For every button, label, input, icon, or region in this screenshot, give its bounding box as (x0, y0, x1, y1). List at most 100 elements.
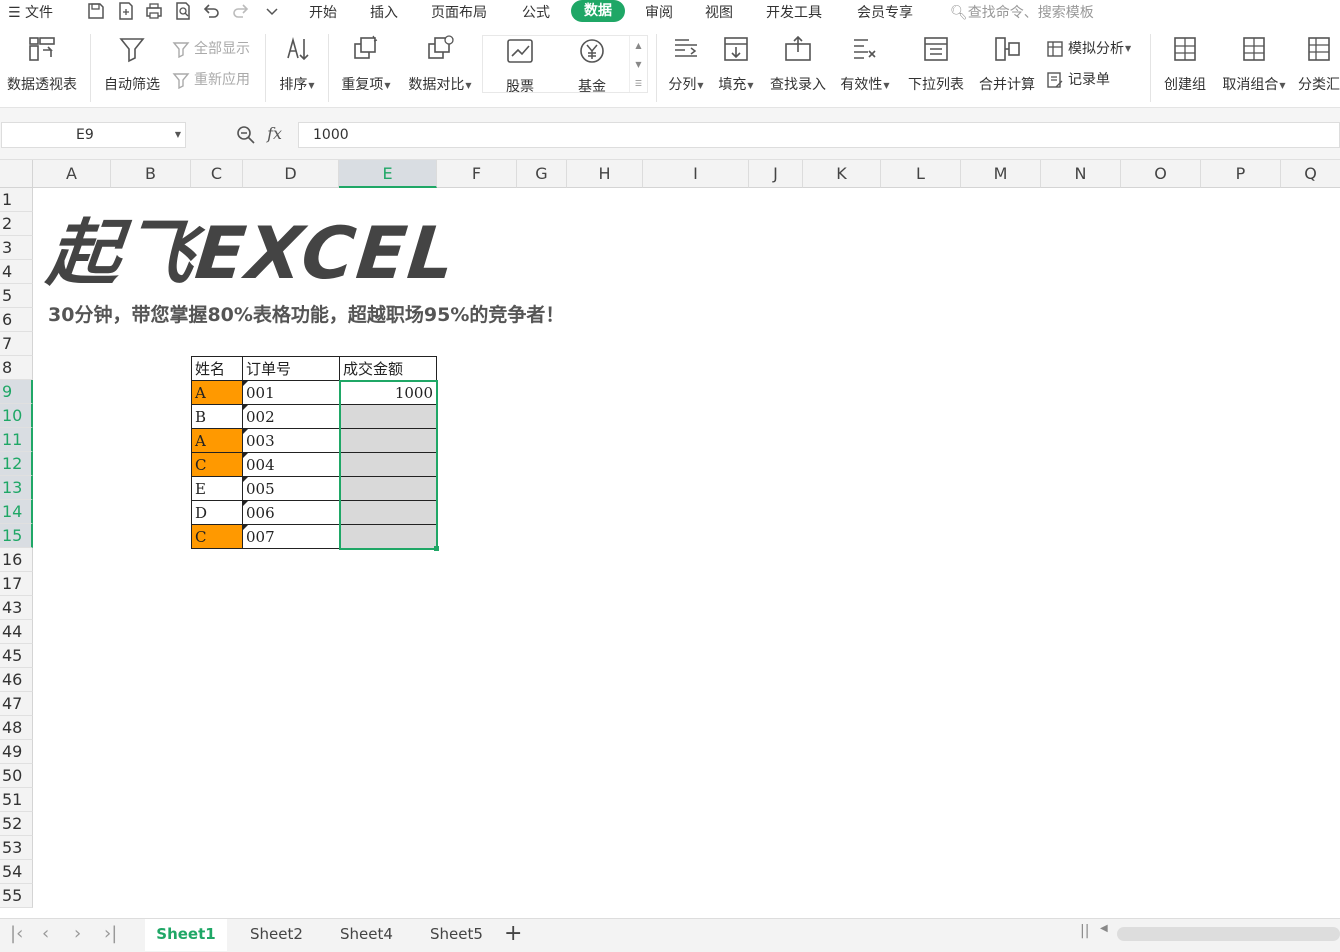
tab-view[interactable]: 视图 (705, 2, 733, 22)
row-header-3[interactable]: 3 (0, 236, 33, 260)
cell-name[interactable]: A (191, 380, 243, 405)
lookup-entry-button[interactable]: 查找录入 (766, 34, 830, 94)
tab-member[interactable]: 会员专享 (857, 2, 913, 22)
column-header-i[interactable]: I (643, 160, 749, 188)
scroll-splitter-icon[interactable]: || (1080, 923, 1089, 939)
header-amount[interactable]: 成交金额 (339, 356, 437, 381)
row-header-15[interactable]: 15 (0, 524, 33, 548)
header-order[interactable]: 订单号 (242, 356, 340, 381)
cell-order[interactable]: 002 (242, 404, 340, 429)
column-header-a[interactable]: A (33, 160, 111, 188)
insert-function-icon[interactable]: fx (267, 124, 282, 143)
row-header-13[interactable]: 13 (0, 476, 33, 500)
header-name[interactable]: 姓名 (191, 356, 243, 381)
row-header-43[interactable]: 43 (0, 596, 33, 620)
column-header-g[interactable]: G (517, 160, 567, 188)
next-sheet-icon[interactable]: › (74, 923, 81, 944)
fill-handle[interactable] (434, 546, 439, 551)
row-header-7[interactable]: 7 (0, 332, 33, 356)
row-header-9[interactable]: 9 (0, 380, 33, 404)
row-header-54[interactable]: 54 (0, 860, 33, 884)
fill-button[interactable]: 填充▼ (714, 34, 758, 94)
row-header-2[interactable]: 2 (0, 212, 33, 236)
row-header-49[interactable]: 49 (0, 740, 33, 764)
export-pdf-icon[interactable] (116, 1, 136, 21)
row-header-52[interactable]: 52 (0, 812, 33, 836)
cell-name[interactable]: B (191, 404, 243, 429)
row-header-12[interactable]: 12 (0, 452, 33, 476)
first-sheet-icon[interactable]: |‹ (10, 923, 23, 944)
record-form-button[interactable]: 记录单 (1046, 70, 1110, 90)
cell-amount[interactable] (339, 404, 437, 429)
row-header-1[interactable]: 1 (0, 188, 33, 212)
cell-name[interactable]: C (191, 452, 243, 477)
cell-order[interactable]: 006 (242, 500, 340, 525)
tab-home[interactable]: 开始 (309, 2, 337, 22)
consolidate-button[interactable]: 合并计算 (974, 34, 1040, 94)
column-header-b[interactable]: B (111, 160, 191, 188)
cell-name[interactable]: D (191, 500, 243, 525)
funds-button[interactable]: 基金 (567, 36, 617, 96)
cell-name[interactable]: A (191, 428, 243, 453)
cell-amount[interactable] (339, 428, 437, 453)
row-header-44[interactable]: 44 (0, 620, 33, 644)
last-sheet-icon[interactable]: ›| (104, 923, 117, 944)
row-header-53[interactable]: 53 (0, 836, 33, 860)
sheet-tab-sheet5[interactable]: Sheet5 (430, 925, 483, 943)
save-icon[interactable] (86, 1, 106, 21)
cell-name[interactable]: E (191, 476, 243, 501)
sheet-tab-sheet2[interactable]: Sheet2 (250, 925, 303, 943)
cell-name[interactable]: C (191, 524, 243, 549)
cell-order[interactable]: 004 (242, 452, 340, 477)
column-header-j[interactable]: J (749, 160, 803, 188)
duplicates-button[interactable]: 重复项▼ (336, 34, 396, 94)
row-header-45[interactable]: 45 (0, 644, 33, 668)
name-box-chevron-down-icon[interactable]: ▼ (175, 123, 181, 147)
cell-order[interactable]: 001 (242, 380, 340, 405)
row-header-51[interactable]: 51 (0, 788, 33, 812)
row-header-5[interactable]: 5 (0, 284, 33, 308)
column-header-d[interactable]: D (243, 160, 339, 188)
cell-amount[interactable] (339, 452, 437, 477)
gallery-up-icon[interactable]: ▲ (630, 36, 647, 55)
column-header-n[interactable]: N (1041, 160, 1121, 188)
cell-order[interactable]: 003 (242, 428, 340, 453)
row-header-10[interactable]: 10 (0, 404, 33, 428)
zoom-search-icon[interactable] (236, 125, 256, 145)
column-header-m[interactable]: M (961, 160, 1041, 188)
row-header-11[interactable]: 11 (0, 428, 33, 452)
cell-amount-active[interactable]: 1000 (339, 380, 437, 405)
dropdown-list-button[interactable]: 下拉列表 (904, 34, 968, 94)
gallery-more-icon[interactable]: ☰ (630, 74, 647, 93)
horizontal-scrollbar[interactable] (1117, 927, 1340, 941)
autofilter-button[interactable]: 自动筛选 (100, 34, 164, 94)
what-if-analysis-button[interactable]: 模拟分析▼ (1046, 39, 1131, 59)
show-all-button[interactable]: 全部显示 (172, 39, 250, 59)
cell-order[interactable]: 007 (242, 524, 340, 549)
print-icon[interactable] (144, 1, 164, 21)
tab-review[interactable]: 审阅 (645, 2, 673, 22)
row-header-47[interactable]: 47 (0, 692, 33, 716)
customize-toolbar-icon[interactable] (262, 1, 282, 21)
select-all-corner[interactable] (0, 160, 33, 188)
row-header-46[interactable]: 46 (0, 668, 33, 692)
cell-order[interactable]: 005 (242, 476, 340, 501)
column-header-o[interactable]: O (1121, 160, 1201, 188)
column-header-f[interactable]: F (437, 160, 517, 188)
print-preview-icon[interactable] (173, 1, 193, 21)
spreadsheet-grid[interactable]: ABCDEFGHIJKLMNOPQ 1 2 3 4 5 6 7 8 9 10 11 12 13 14 15 1… (0, 160, 1340, 918)
cell-amount[interactable] (339, 476, 437, 501)
scroll-left-icon[interactable]: ◀ (1100, 923, 1108, 934)
command-search[interactable]: 🔍︎查找命令、搜索模板 (950, 2, 1094, 22)
reapply-button[interactable]: 重新应用 (172, 70, 250, 90)
add-sheet-icon[interactable]: + (504, 921, 522, 946)
column-header-p[interactable]: P (1201, 160, 1281, 188)
column-header-k[interactable]: K (803, 160, 881, 188)
subtotal-button[interactable]: 分类汇 (1298, 34, 1340, 94)
row-header-8[interactable]: 8 (0, 356, 33, 380)
gallery-down-icon[interactable]: ▼ (630, 55, 647, 74)
row-header-6[interactable]: 6 (0, 308, 33, 332)
row-header-48[interactable]: 48 (0, 716, 33, 740)
data-compare-button[interactable]: 数据对比▼ (404, 34, 476, 94)
formula-input[interactable]: 1000 (298, 122, 1340, 148)
